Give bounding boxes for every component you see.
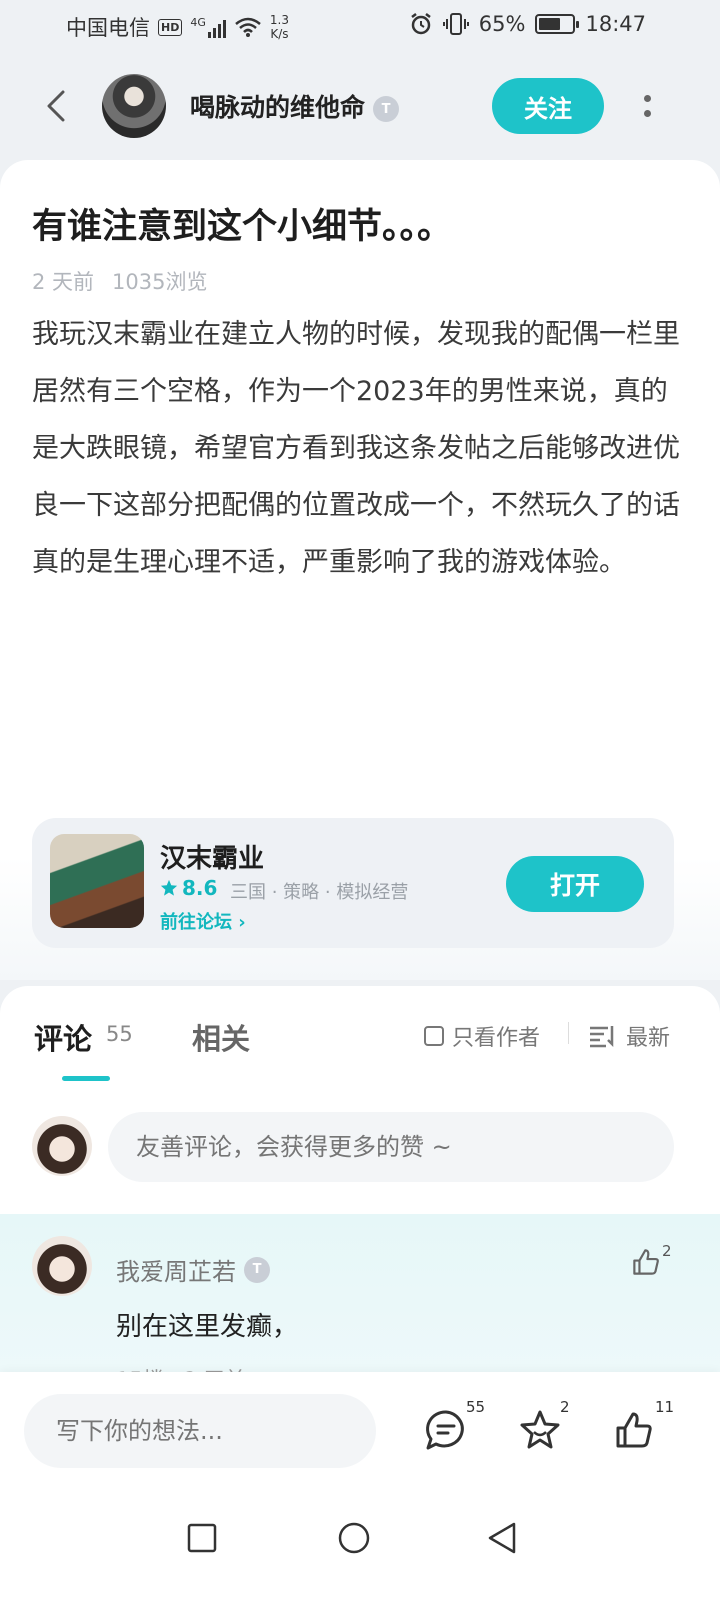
star-icon	[520, 1410, 560, 1449]
back-nav-button[interactable]	[476, 1512, 528, 1564]
bottom-favorite-button[interactable]	[516, 1406, 564, 1454]
recent-apps-button[interactable]	[176, 1512, 228, 1564]
sort-button[interactable]: 最新	[588, 1020, 670, 1052]
author-name-row[interactable]: 喝脉动的维他命 T	[190, 88, 400, 124]
thumbs-up-icon	[616, 1412, 652, 1448]
author-name: 喝脉动的维他命	[190, 93, 366, 122]
commenter-name-row[interactable]: 我爱周芷若 T	[116, 1252, 270, 1287]
comment-like-count: 2	[662, 1242, 672, 1260]
comment-like-button[interactable]	[630, 1246, 662, 1282]
star-icon	[160, 879, 178, 896]
bottom-favorite-count: 2	[560, 1398, 570, 1416]
tab-comments-count: 55	[106, 1022, 133, 1046]
status-bar: 中国电信 HD 4G 1.3 K/s 65% 18:47	[0, 0, 720, 56]
commenter-avatar[interactable]	[32, 1236, 92, 1296]
open-game-button[interactable]: 打开	[506, 856, 644, 912]
status-left: 中国电信 HD 4G 1.3 K/s	[66, 12, 289, 42]
chevron-right-icon: ›	[238, 912, 246, 933]
dot-icon	[643, 110, 651, 117]
comment-input[interactable]	[108, 1112, 674, 1182]
bottom-action-bar: 55 2 11	[0, 1372, 720, 1490]
dot-icon	[643, 95, 651, 102]
battery-icon	[535, 14, 580, 34]
sort-icon	[590, 1026, 614, 1048]
back-button[interactable]	[36, 86, 76, 126]
tab-related[interactable]: 相关	[192, 1016, 250, 1058]
system-navigation-bar	[0, 1490, 720, 1600]
battery-fill	[539, 18, 561, 30]
network-speed: 1.3 K/s	[270, 13, 289, 41]
game-rating: 8.6	[160, 876, 217, 900]
chevron-left-icon	[47, 90, 65, 122]
wifi-icon	[235, 17, 261, 37]
clock: 18:47	[585, 12, 646, 36]
post-views: 1035浏览	[112, 270, 208, 294]
network-type: 4G	[190, 16, 206, 29]
circle-icon	[338, 1522, 370, 1554]
alarm-icon	[411, 13, 431, 35]
post-body: 我玩汉末霸业在建立人物的时候，发现我的配偶一栏里居然有三个空格，作为一个2023…	[32, 319, 680, 578]
tab-comments[interactable]: 评论	[34, 1016, 92, 1058]
hd-badge: HD	[158, 18, 183, 36]
bottom-comment-count: 55	[466, 1398, 486, 1416]
speed-value: 1.3	[269, 13, 289, 27]
follow-button[interactable]: 关注	[492, 78, 604, 134]
forum-link[interactable]: 前往论坛 ›	[160, 908, 246, 934]
game-icon	[50, 834, 144, 928]
post-meta: 2 天前 1035浏览	[32, 266, 208, 296]
level-badge-icon: T	[373, 96, 400, 122]
level-badge-icon: T	[244, 1256, 270, 1283]
home-button[interactable]	[328, 1512, 380, 1564]
comments-button[interactable]	[422, 1406, 470, 1454]
forum-link-label: 前往论坛	[160, 912, 232, 933]
current-user-avatar	[32, 1116, 92, 1176]
game-name: 汉末霸业	[160, 844, 265, 874]
triangle-back-icon	[488, 1522, 516, 1554]
speed-unit: K/s	[270, 27, 289, 41]
active-tab-indicator	[62, 1076, 110, 1081]
author-avatar[interactable]	[102, 74, 166, 138]
bottom-like-count: 11	[655, 1398, 675, 1416]
commenter-name: 我爱周芷若	[116, 1258, 236, 1286]
post-time: 2 天前	[32, 270, 95, 294]
post-header: 喝脉动的维他命 T 关注	[0, 56, 720, 162]
bottom-like-button[interactable]	[610, 1406, 658, 1454]
checkbox-icon	[424, 1026, 444, 1046]
status-right: 65% 18:47	[409, 12, 646, 36]
comment-bubble-icon	[426, 1410, 464, 1450]
thumbs-up-icon	[633, 1249, 659, 1275]
comments-section: 评论 55 相关 只看作者 最新 我爱周芷若T 别在这里发癫， 2 15楼 · …	[0, 986, 720, 1392]
post-title: 有谁注意到这个小细节。。。	[32, 207, 453, 247]
sort-label: 最新	[626, 1026, 671, 1051]
game-tags: 三国 · 策略 · 模拟经营	[230, 882, 409, 903]
comment-item[interactable]: 我爱周芷若T 别在这里发癫， 2 15楼 · 2 天前	[0, 1214, 720, 1392]
battery-percent: 65%	[478, 12, 526, 36]
square-icon	[187, 1523, 217, 1553]
game-card[interactable]: 汉末霸业 8.6 三国 · 策略 · 模拟经营 前往论坛 › 打开	[32, 818, 674, 948]
divider	[568, 1022, 569, 1044]
vibrate-icon	[442, 13, 469, 35]
author-only-label: 只看作者	[452, 1026, 541, 1051]
author-only-toggle[interactable]: 只看作者	[424, 1020, 540, 1052]
game-rating-value: 8.6	[182, 876, 218, 900]
more-options-button[interactable]	[632, 86, 662, 126]
signal-icon: 4G	[190, 16, 226, 38]
comment-text: 别在这里发癫，	[116, 1312, 299, 1342]
thought-input[interactable]	[24, 1394, 376, 1468]
carrier: 中国电信	[66, 16, 150, 40]
